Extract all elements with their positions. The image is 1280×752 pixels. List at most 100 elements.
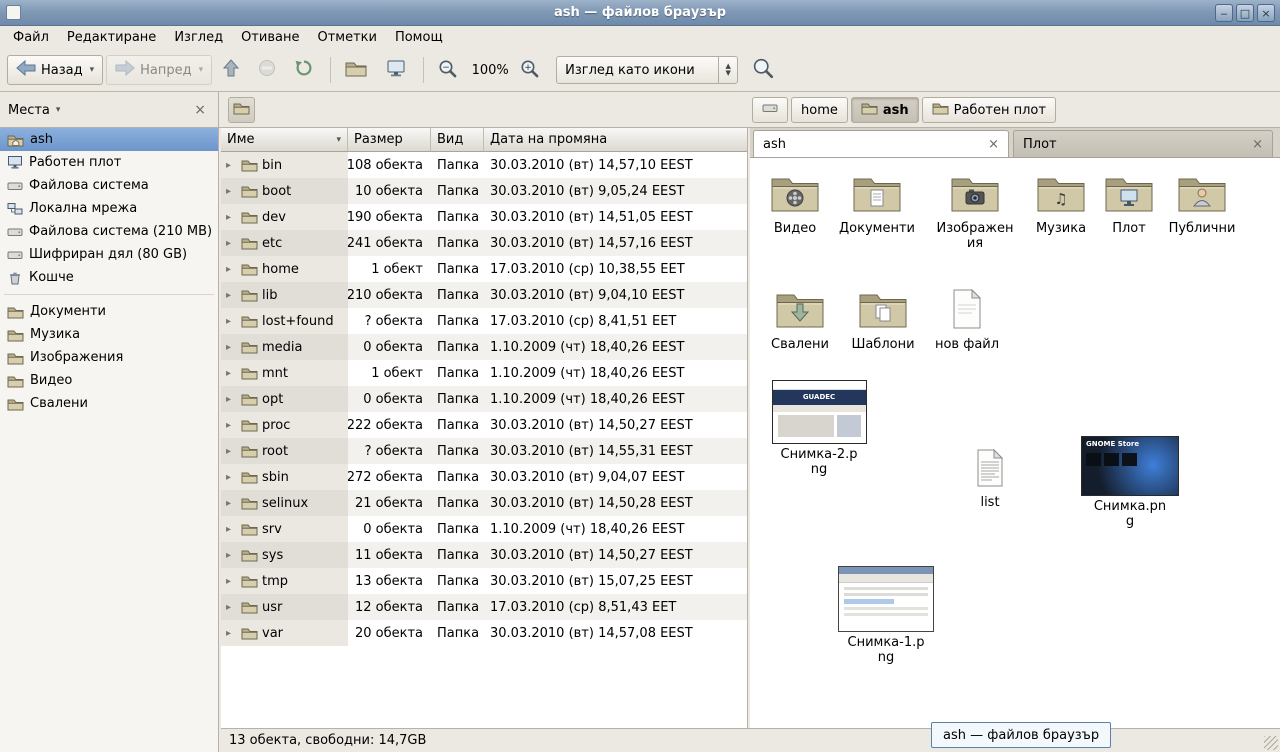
menu-bookmarks[interactable]: Отметки: [308, 27, 385, 48]
icon-item[interactable]: GNOME StoreСнимка.png: [1078, 436, 1182, 529]
chevron-down-icon[interactable]: ▾: [56, 105, 61, 115]
icon-item[interactable]: нов файл: [915, 288, 1019, 352]
menu-edit[interactable]: Редактиране: [58, 27, 165, 48]
sidebar-item-8[interactable]: Документи: [0, 300, 218, 323]
sidebar-item-12[interactable]: Свалени: [0, 392, 218, 415]
places-title[interactable]: Места: [8, 103, 50, 118]
zoom-out-button[interactable]: −: [430, 55, 465, 85]
expander-icon[interactable]: ▸: [226, 498, 237, 509]
sidebar-item-6[interactable]: Кошче: [0, 266, 218, 289]
expander-icon[interactable]: ▸: [226, 368, 237, 379]
tab-plot[interactable]: Плот×: [1013, 130, 1273, 157]
chevron-down-icon[interactable]: ▾: [90, 65, 95, 75]
expander-icon[interactable]: ▸: [226, 394, 237, 405]
sidebar-item-5[interactable]: Шифриран дял (80 GB): [0, 243, 218, 266]
path-button-desktop[interactable]: Работен плот: [922, 97, 1056, 123]
cell-size: 272 обекта: [348, 464, 431, 490]
path-button-ash[interactable]: ash: [851, 97, 919, 123]
expander-icon[interactable]: ▸: [226, 342, 237, 353]
icon-item[interactable]: GUADECСнимка-2.png: [767, 380, 871, 477]
expander-icon[interactable]: ▸: [226, 602, 237, 613]
path-button-root[interactable]: [752, 97, 788, 123]
close-button[interactable]: ×: [1257, 4, 1275, 22]
table-row[interactable]: ▸opt0 обектаПапка1.10.2009 (чт) 18,40,26…: [221, 386, 747, 412]
table-row[interactable]: ▸mnt1 обектПапка1.10.2009 (чт) 18,40,26 …: [221, 360, 747, 386]
menu-view[interactable]: Изглед: [165, 27, 232, 48]
icon-item[interactable]: Публични: [1150, 172, 1254, 236]
close-icon[interactable]: ×: [1244, 137, 1263, 152]
table-row[interactable]: ▸boot10 обектаПапка30.03.2010 (вт) 9,05,…: [221, 178, 747, 204]
table-row[interactable]: ▸home1 обектПапка17.03.2010 (ср) 10,38,5…: [221, 256, 747, 282]
sidebar-item-4[interactable]: Файлова система (210 MB): [0, 220, 218, 243]
expander-icon[interactable]: ▸: [226, 550, 237, 561]
sidebar-item-9[interactable]: Музика: [0, 323, 218, 346]
expander-icon[interactable]: ▸: [226, 420, 237, 431]
expander-icon[interactable]: ▸: [226, 628, 237, 639]
menu-file[interactable]: Файл: [4, 27, 58, 48]
table-row[interactable]: ▸root? обектаПапка30.03.2010 (вт) 14,55,…: [221, 438, 747, 464]
spinner-icons[interactable]: ▲▼: [718, 57, 737, 83]
expander-icon[interactable]: ▸: [226, 316, 237, 327]
icon-view[interactable]: ВидеоДокументиИзображения♫МузикаПлотПубл…: [750, 158, 1280, 728]
maximize-button[interactable]: □: [1236, 4, 1254, 22]
menu-help[interactable]: Помощ: [386, 27, 452, 48]
table-row[interactable]: ▸proc222 обектаПапка30.03.2010 (вт) 14,5…: [221, 412, 747, 438]
table-row[interactable]: ▸selinux21 обектаПапка30.03.2010 (вт) 14…: [221, 490, 747, 516]
sidebar-item-1[interactable]: Работен плот: [0, 151, 218, 174]
column-header-size[interactable]: Размер: [348, 128, 431, 152]
expander-icon[interactable]: ▸: [226, 576, 237, 587]
view-mode-select[interactable]: Изглед като икони ▲▼: [556, 56, 738, 84]
expander-icon[interactable]: ▸: [226, 472, 237, 483]
sidebar-item-2[interactable]: Файлова система: [0, 174, 218, 197]
path-button-home[interactable]: home: [791, 97, 848, 123]
table-row[interactable]: ▸srv0 обектаПапка1.10.2009 (чт) 18,40,26…: [221, 516, 747, 542]
computer-button[interactable]: [378, 55, 414, 85]
expander-icon[interactable]: ▸: [226, 160, 237, 171]
zoom-in-button[interactable]: +: [512, 55, 547, 85]
resize-grip[interactable]: [1264, 736, 1278, 750]
table-row[interactable]: ▸sbin272 обектаПапка30.03.2010 (вт) 9,04…: [221, 464, 747, 490]
expander-icon[interactable]: ▸: [226, 264, 237, 275]
minimize-button[interactable]: ‒: [1215, 4, 1233, 22]
table-row[interactable]: ▸etc241 обектаПапка30.03.2010 (вт) 14,57…: [221, 230, 747, 256]
forward-button[interactable]: Напред ▾: [106, 55, 212, 85]
table-row[interactable]: ▸usr12 обектаПапка17.03.2010 (ср) 8,51,4…: [221, 594, 747, 620]
root-path-button[interactable]: [228, 97, 255, 123]
table-row[interactable]: ▸lost+found? обектаПапка17.03.2010 (ср) …: [221, 308, 747, 334]
sidebar-item-3[interactable]: Локална мрежа: [0, 197, 218, 220]
menu-go[interactable]: Отиване: [232, 27, 308, 48]
stop-button[interactable]: [250, 55, 284, 85]
expander-icon[interactable]: ▸: [226, 290, 237, 301]
table-row[interactable]: ▸lib210 обектаПапка30.03.2010 (вт) 9,04,…: [221, 282, 747, 308]
expander-icon[interactable]: ▸: [226, 446, 237, 457]
sidebar-item-10[interactable]: Изображения: [0, 346, 218, 369]
table-row[interactable]: ▸dev190 обектаПапка30.03.2010 (вт) 14,51…: [221, 204, 747, 230]
sidebar-item-0[interactable]: ash: [0, 128, 218, 151]
search-button[interactable]: [744, 55, 782, 85]
home-button[interactable]: [337, 55, 375, 85]
expander-icon[interactable]: ▸: [226, 238, 237, 249]
column-header-type[interactable]: Вид: [431, 128, 484, 152]
up-button[interactable]: [215, 55, 247, 85]
table-row[interactable]: ▸tmp13 обектаПапка30.03.2010 (вт) 15,07,…: [221, 568, 747, 594]
table-row[interactable]: ▸media0 обектаПапка1.10.2009 (чт) 18,40,…: [221, 334, 747, 360]
close-icon[interactable]: ×: [980, 137, 999, 152]
expander-icon[interactable]: ▸: [226, 186, 237, 197]
cell-modified: 30.03.2010 (вт) 14,57,16 EEST: [484, 230, 747, 256]
icon-item[interactable]: list: [938, 448, 1042, 510]
table-row[interactable]: ▸sys11 обектаПапка30.03.2010 (вт) 14,50,…: [221, 542, 747, 568]
icon-item[interactable]: Снимка-1.png: [834, 566, 938, 665]
column-header-modified[interactable]: Дата на промяна: [484, 128, 747, 152]
sidebar-item-11[interactable]: Видео: [0, 369, 218, 392]
reload-button[interactable]: [287, 55, 321, 85]
close-icon[interactable]: ×: [190, 102, 210, 118]
expander-icon[interactable]: ▸: [226, 212, 237, 223]
table-row[interactable]: ▸var20 обектаПапка30.03.2010 (вт) 14,57,…: [221, 620, 747, 646]
table-row[interactable]: ▸bin108 обектаПапка30.03.2010 (вт) 14,57…: [221, 152, 747, 178]
tab-ash[interactable]: ash×: [753, 130, 1009, 157]
expander-icon[interactable]: ▸: [226, 524, 237, 535]
back-button[interactable]: Назад ▾: [7, 55, 103, 85]
icon-item[interactable]: Документи: [825, 172, 929, 236]
titlebar[interactable]: ash — файлов браузър ‒ □ ×: [0, 0, 1280, 26]
column-header-name[interactable]: Име ▾: [221, 128, 348, 152]
